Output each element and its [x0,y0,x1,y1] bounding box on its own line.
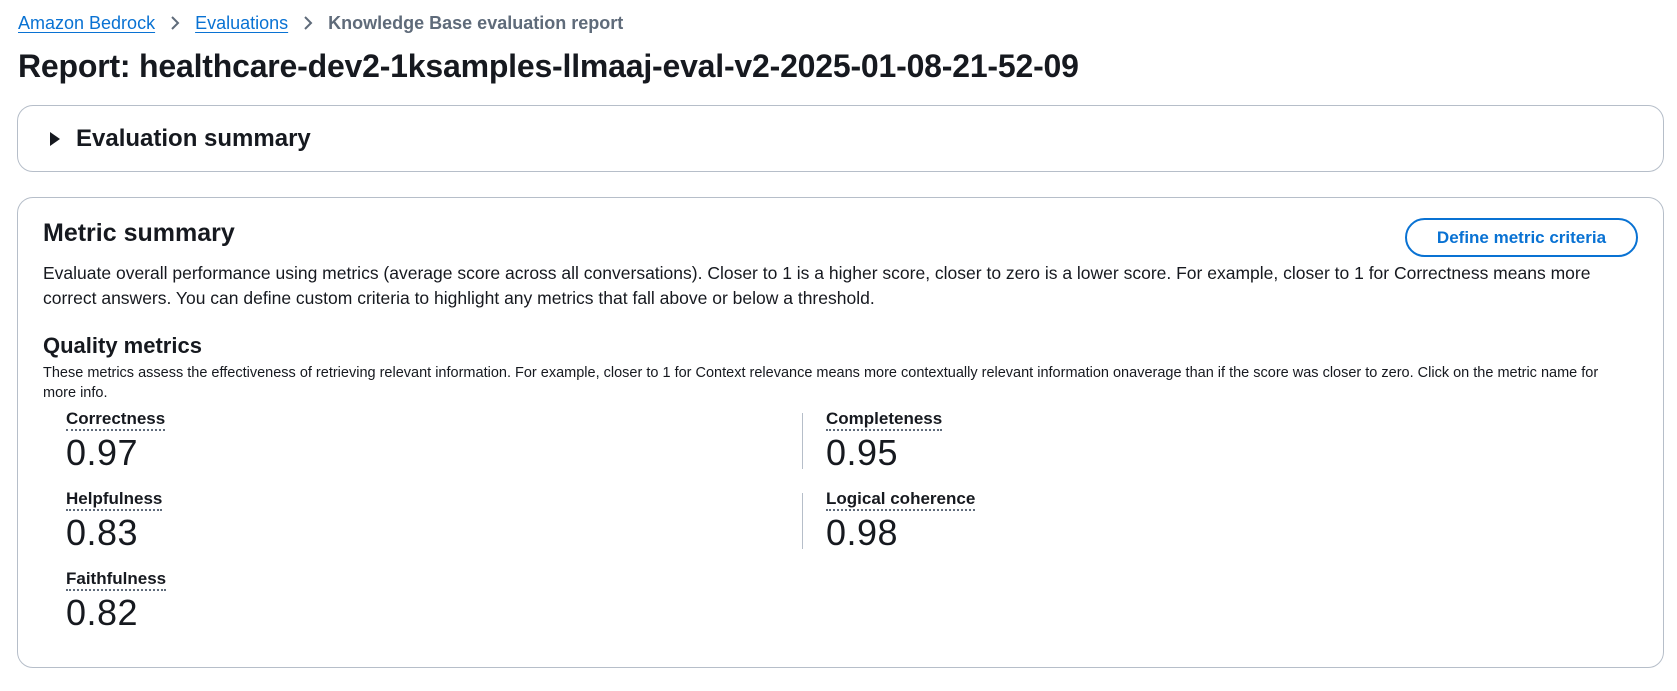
metric-summary-description: Evaluate overall performance using metri… [43,263,1591,308]
evaluation-summary-title: Evaluation summary [76,124,311,152]
chevron-right-icon [288,13,328,33]
metric-label-faithfulness[interactable]: Faithfulness [66,569,167,591]
metric-correctness: Correctness 0.97 [66,409,366,475]
metric-summary-header: Metric summary Define metric criteria [43,218,1638,257]
column-divider [802,413,803,469]
metric-value-helpfulness: 0.83 [66,512,139,553]
caret-right-icon [50,131,60,146]
metric-logical-coherence: Logical coherence 0.98 [826,489,1126,555]
breadcrumb-item-evaluations[interactable]: Evaluations [195,13,288,34]
metric-label-completeness[interactable]: Completeness [826,409,943,431]
breadcrumb-item-amazon-bedrock[interactable]: Amazon Bedrock [18,13,155,34]
metric-value-completeness: 0.95 [826,432,899,473]
metric-value-logical-coherence: 0.98 [826,512,899,553]
metric-summary-title: Metric summary [43,219,235,247]
breadcrumb-current: Knowledge Base evaluation report [328,12,624,33]
metric-label-logical-coherence[interactable]: Logical coherence [826,489,976,511]
page-title: Report: healthcare-dev2-1ksamples-llmaaj… [18,48,1079,84]
quality-metrics-title: Quality metrics [43,333,202,358]
quality-metrics-description: These metrics assess the effectiveness o… [43,365,1599,401]
metrics-grid: Correctness 0.97 Completeness 0.95 Helpf… [43,409,1638,659]
metric-value-correctness: 0.97 [66,432,139,473]
metric-value-faithfulness: 0.82 [66,592,139,633]
breadcrumb: Amazon Bedrock Evaluations Knowledge Bas… [18,0,1659,46]
metric-faithfulness: Faithfulness 0.82 [66,569,366,635]
define-metric-criteria-button[interactable]: Define metric criteria [1405,218,1638,257]
page: Amazon Bedrock Evaluations Knowledge Bas… [0,0,1677,691]
metric-completeness: Completeness 0.95 [826,409,1126,475]
metric-helpfulness: Helpfulness 0.83 [66,489,366,555]
chevron-right-icon [155,13,195,33]
metric-summary-container: Metric summary Define metric criteria Ev… [17,197,1664,668]
metric-label-correctness[interactable]: Correctness [66,409,166,431]
metric-label-helpfulness[interactable]: Helpfulness [66,489,163,511]
column-divider [802,493,803,549]
evaluation-summary-expander[interactable]: Evaluation summary [17,105,1664,172]
